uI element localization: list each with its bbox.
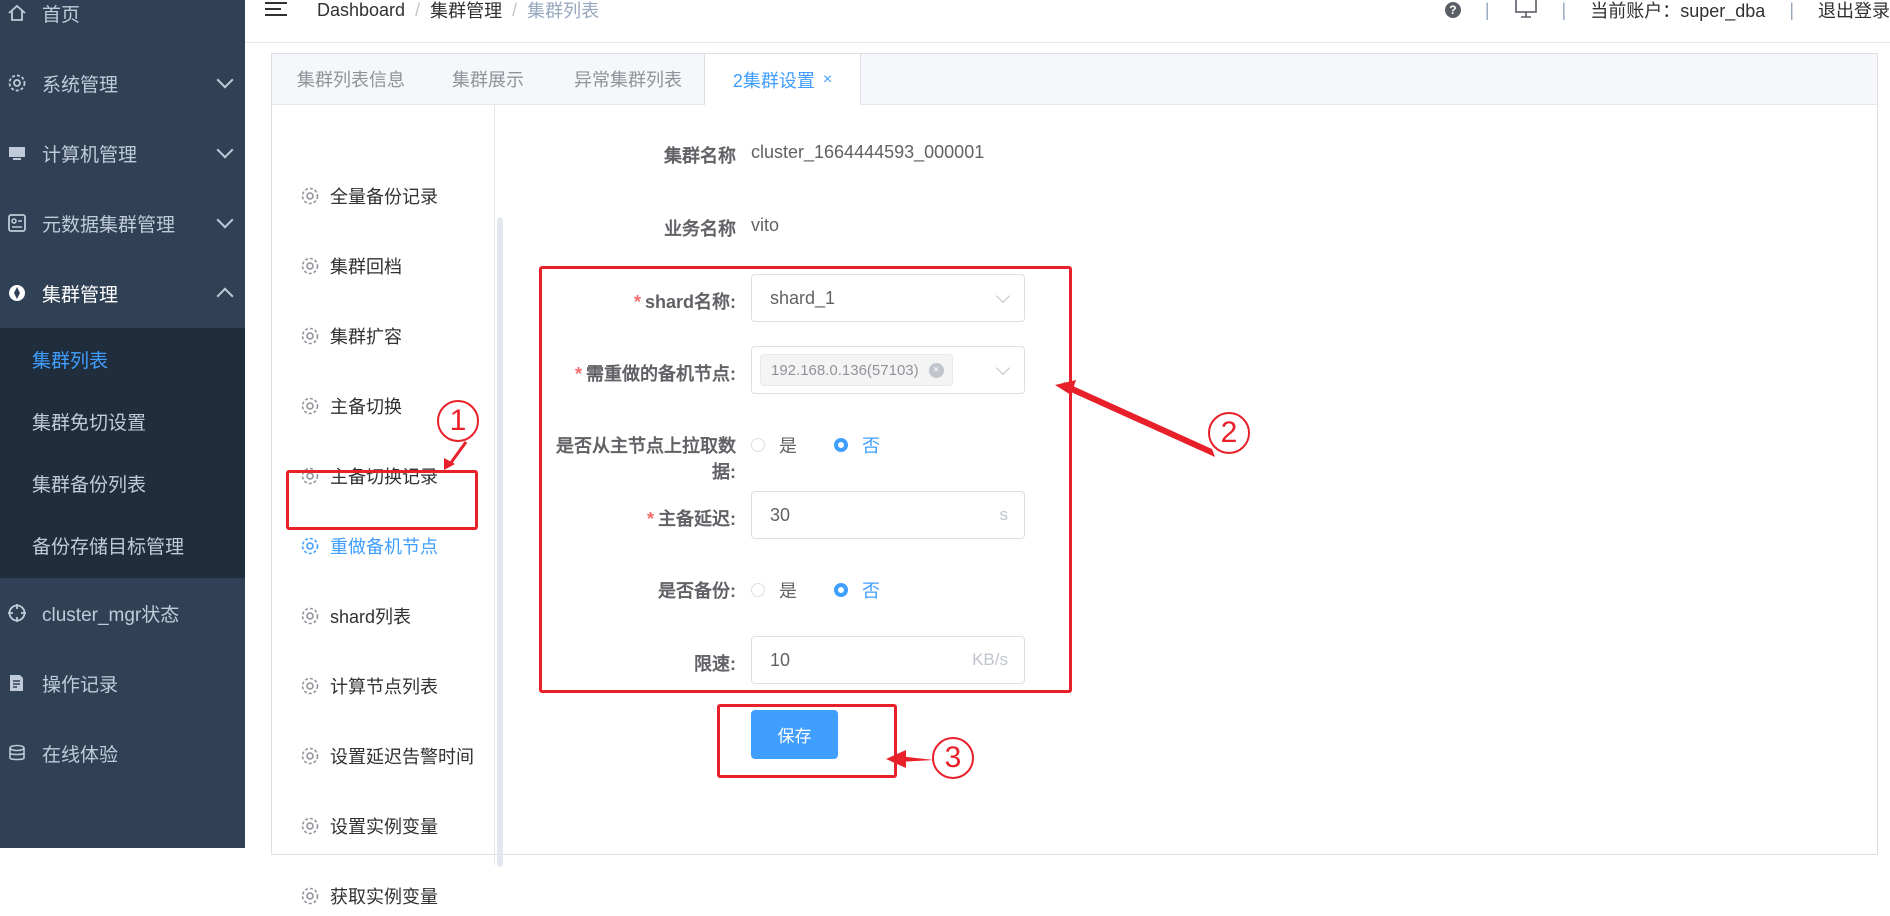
side-item-label: 重做备机节点	[330, 537, 438, 557]
side-item-full-backup[interactable]: 全量备份记录	[300, 176, 438, 216]
sidebar-item-label: 首页	[42, 4, 81, 26]
cluster-name-label: 集群名称	[664, 146, 736, 166]
sidebar-item-operation-log[interactable]: 操作记录	[0, 648, 245, 718]
sidebar-item-label: 元数据集群管理	[42, 214, 176, 236]
side-menu-scrollbar[interactable]	[497, 217, 503, 867]
gear-icon	[301, 817, 319, 835]
side-item-scale-out[interactable]: 集群扩容	[300, 316, 402, 356]
business-name-label: 业务名称	[664, 219, 736, 239]
tabs-card: 集群列表信息 集群展示 异常集群列表 2集群设置 × 全量备份记录 集群回档 集…	[271, 53, 1878, 907]
hamburger-icon[interactable]	[265, 2, 287, 18]
sidebar-item-label: 集群管理	[42, 284, 119, 306]
cluster-name-value: cluster_1664444593_000001	[751, 142, 985, 162]
annotation-marker-1: 1	[437, 400, 479, 442]
sidebar-item-label: cluster_mgr状态	[42, 604, 180, 626]
breadcrumb-cluster-list: 集群列表	[527, 1, 600, 21]
submenu-item-backup-storage[interactable]: 备份存储目标管理	[0, 514, 245, 576]
tab-label: 2集群设置	[732, 70, 815, 91]
side-item-switchover[interactable]: 主备切换	[300, 386, 402, 426]
home-icon	[6, 2, 28, 24]
submenu: 集群列表 集群免切设置 集群备份列表 备份存储目标管理	[0, 328, 245, 578]
sidebar-item-metadata[interactable]: 元数据集群管理	[0, 188, 245, 258]
sidebar-item-cluster-mgr[interactable]: cluster_mgr状态	[0, 578, 245, 648]
gear-icon	[301, 887, 319, 905]
annotation-box-1	[286, 470, 478, 530]
gear-icon	[301, 537, 319, 555]
sidebar-item-computer[interactable]: 计算机管理	[0, 118, 245, 188]
chevron-down-icon	[216, 71, 234, 89]
gear-icon	[301, 677, 319, 695]
record-icon	[6, 672, 28, 694]
side-item-label: 计算节点列表	[330, 677, 438, 697]
chevron-down-icon	[216, 141, 234, 159]
sidebar-item-label: 操作记录	[42, 674, 119, 696]
gear-icon	[301, 747, 319, 765]
side-item-label: shard列表	[330, 607, 412, 627]
gear-icon	[301, 397, 319, 415]
current-account: 当前账户：super_dba	[1590, 1, 1766, 21]
gear-icon	[301, 187, 319, 205]
side-item-delay-alert[interactable]: 设置延迟告警时间	[300, 736, 474, 776]
tab-cluster-info[interactable]: 集群列表信息	[297, 54, 405, 104]
close-icon[interactable]: ×	[823, 71, 832, 89]
submenu-item-backup-list[interactable]: 集群备份列表	[0, 452, 245, 514]
sidebar-item-online-trial[interactable]: 在线体验	[0, 718, 245, 788]
breadcrumb-cluster-management: 集群管理	[430, 1, 503, 21]
side-item-label: 设置实例变量	[330, 817, 438, 837]
sidebar-item-label: 系统管理	[42, 74, 119, 96]
sidebar-item-home[interactable]: 首页	[0, 0, 245, 48]
gear-icon	[301, 327, 319, 345]
sidebar-item-label: 在线体验	[42, 744, 119, 766]
help-icon[interactable]: ?	[1444, 2, 1461, 18]
side-item-compute-nodes[interactable]: 计算节点列表	[300, 666, 438, 706]
sidebar-item-system[interactable]: 系统管理	[0, 48, 245, 118]
chevron-up-icon	[216, 287, 234, 305]
tab-cluster-display[interactable]: 集群展示	[452, 54, 524, 104]
side-item-label: 全量备份记录	[330, 187, 438, 207]
side-item-label: 集群回档	[330, 257, 402, 277]
side-item-shard-list[interactable]: shard列表	[300, 596, 411, 636]
sidebar: 首页 系统管理 计算机管理 元数据集群管理 集群管理 集群列表 集群免切设置 集…	[0, 0, 245, 848]
gear-icon	[301, 607, 319, 625]
submenu-item-failover-settings[interactable]: 集群免切设置	[0, 390, 245, 452]
side-item-label: 集群扩容	[330, 327, 402, 347]
annotation-marker-2: 2	[1208, 412, 1250, 454]
side-item-rebuild-standby[interactable]: 重做备机节点	[300, 526, 438, 566]
gear-icon	[301, 257, 319, 275]
screen-icon[interactable]	[1514, 0, 1538, 24]
tabs-header: 集群列表信息 集群展示 异常集群列表 2集群设置 ×	[272, 54, 1877, 105]
annotation-box-2	[539, 266, 1072, 693]
sidebar-item-cluster[interactable]: 集群管理	[0, 258, 245, 328]
cluster-icon	[6, 282, 28, 304]
tab-abnormal-cluster[interactable]: 异常集群列表	[574, 54, 682, 104]
dashboard-icon	[6, 212, 28, 234]
target-icon	[6, 602, 28, 624]
side-item-get-variables[interactable]: 获取实例变量	[300, 876, 438, 916]
sidebar-item-label: 计算机管理	[42, 144, 138, 166]
monitor-icon	[6, 142, 28, 164]
navbar: Dashboard / 集群管理 / 集群列表 ? | | 当前账户：super…	[245, 0, 1890, 43]
submenu-item-cluster-list[interactable]: 集群列表	[0, 328, 245, 390]
database-icon	[6, 742, 28, 764]
logout-link[interactable]: 退出登录	[1818, 0, 1890, 23]
tab-cluster-settings[interactable]: 2集群设置 ×	[704, 54, 861, 105]
side-item-rollback[interactable]: 集群回档	[300, 246, 402, 286]
breadcrumb-dashboard[interactable]: Dashboard	[317, 0, 405, 21]
business-name-value: vito	[751, 215, 780, 235]
side-item-label: 主备切换	[330, 397, 402, 417]
side-item-set-variables[interactable]: 设置实例变量	[300, 806, 438, 846]
user-menu: ? | | 当前账户：super_dba | 退出登录	[1444, 0, 1890, 23]
side-item-label: 设置延迟告警时间	[330, 747, 474, 767]
chevron-down-icon	[216, 211, 234, 229]
breadcrumb: Dashboard / 集群管理 / 集群列表	[317, 0, 600, 21]
annotation-box-3	[717, 704, 897, 778]
annotation-marker-3: 3	[932, 737, 974, 779]
gear-icon	[6, 72, 28, 94]
side-item-label: 获取实例变量	[330, 887, 438, 907]
